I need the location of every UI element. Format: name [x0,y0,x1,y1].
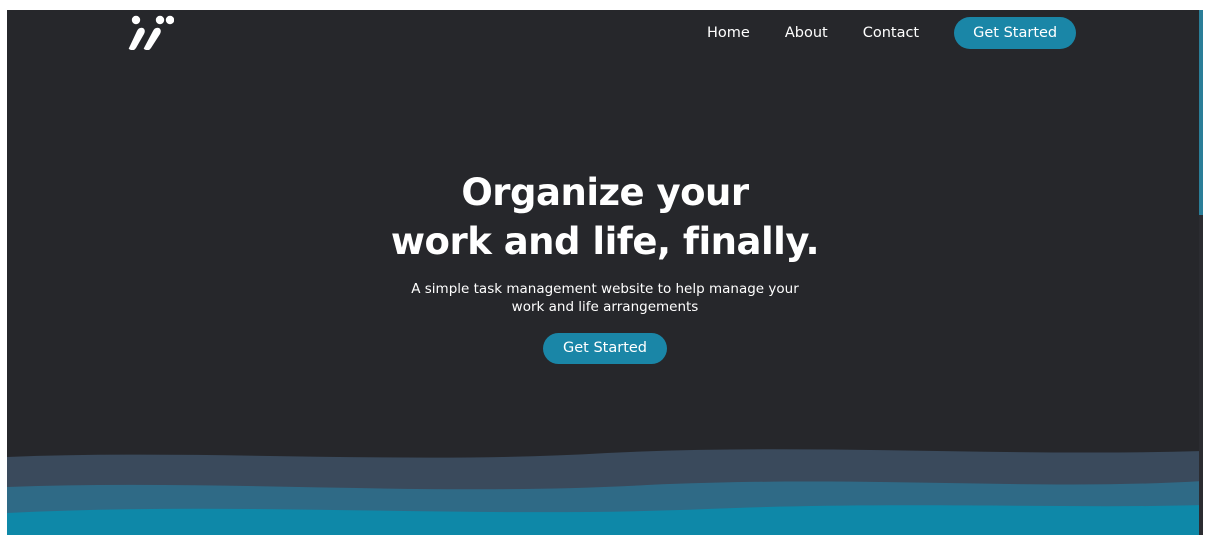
hero-subtitle-line-1: A simple task management website to help… [411,281,799,297]
decorative-waves [7,449,1203,535]
hero-title: Organize your work and life, finally. [7,168,1203,266]
hero-get-started-button[interactable]: Get Started [543,333,667,364]
nav-link-about[interactable]: About [785,25,828,41]
scrollbar-thumb[interactable] [1199,10,1203,215]
scrollbar-track[interactable] [1199,10,1203,535]
hero-subtitle-line-2: work and life arrangements [511,299,699,315]
nav-get-started-button[interactable]: Get Started [954,17,1077,49]
landing-page: Home About Contact Get Started Organize … [7,10,1203,535]
nav-link-contact[interactable]: Contact [863,25,919,41]
main-nav: Home About Contact Get Started [707,17,1077,49]
brand-logo-icon[interactable] [122,14,174,50]
hero-subtitle: A simple task management website to help… [385,280,825,316]
hero-title-line-1: Organize your [461,171,749,214]
hero-title-line-2: work and life, finally. [390,220,820,263]
hero-section: Organize your work and life, finally. A … [7,168,1203,364]
nav-link-home[interactable]: Home [707,25,750,41]
